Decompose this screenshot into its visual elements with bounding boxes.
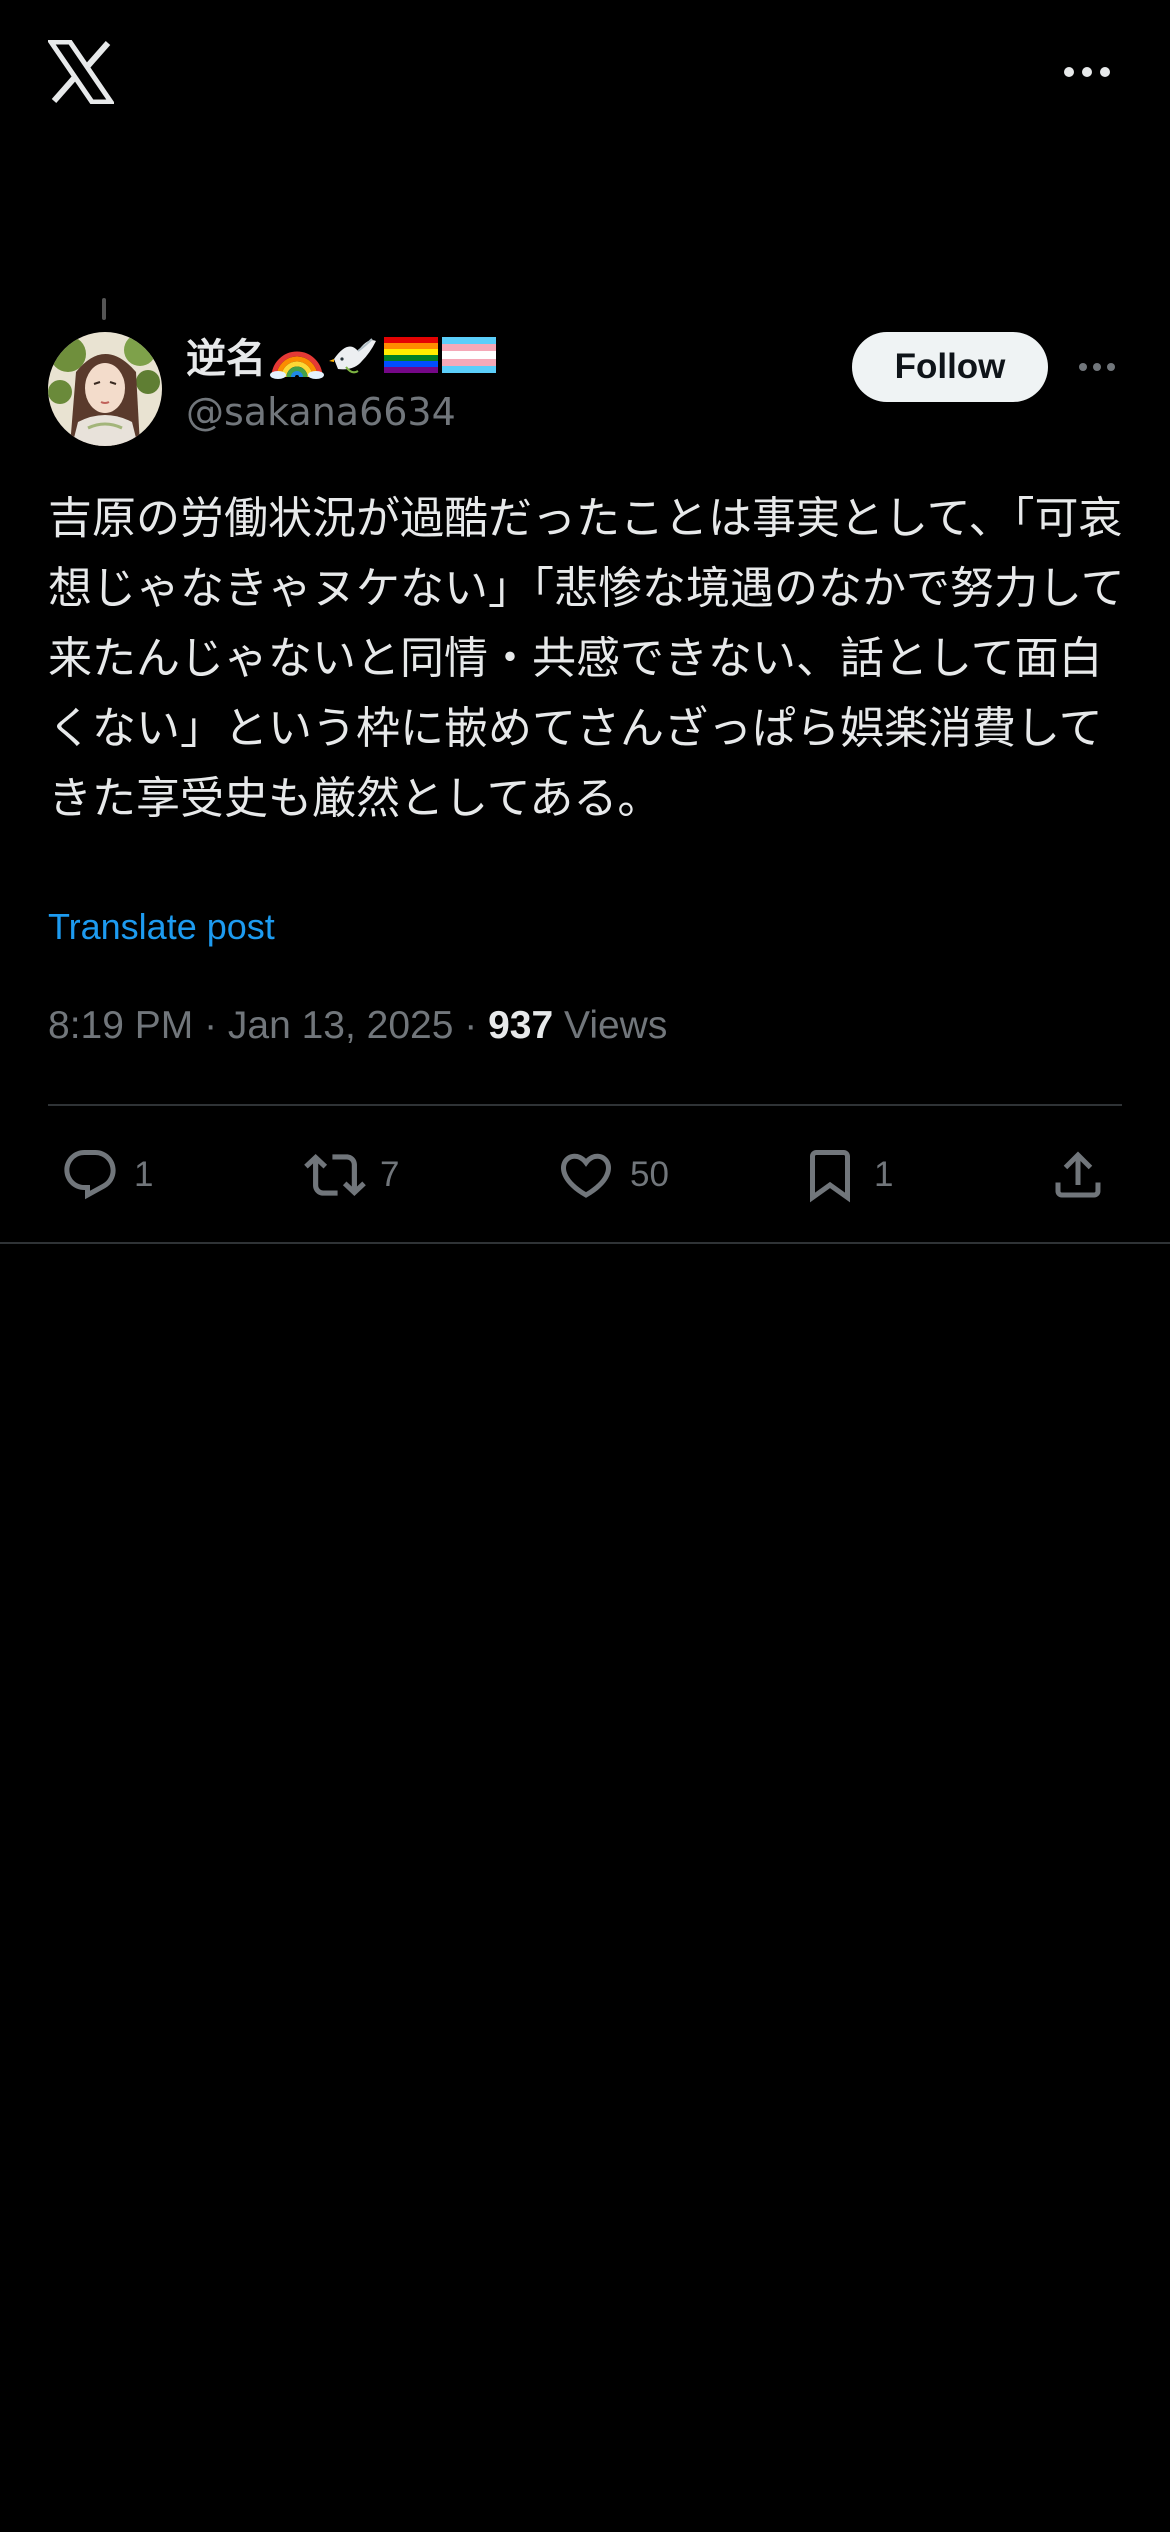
dove-emoji bbox=[329, 338, 376, 374]
views-label: Views bbox=[553, 1004, 668, 1047]
thread-connector-line bbox=[102, 298, 106, 320]
x-logo-icon[interactable] bbox=[48, 40, 114, 104]
name-emojis bbox=[270, 331, 496, 379]
bookmark-button[interactable]: 1 bbox=[800, 1142, 893, 1208]
follow-button[interactable]: Follow bbox=[852, 332, 1048, 402]
author-name-text: 逆名 bbox=[186, 336, 266, 382]
post-metadata: 8:19 PM · Jan 13, 2025 · 937 Views bbox=[48, 1004, 667, 1048]
divider bbox=[0, 1242, 1170, 1244]
reply-icon bbox=[64, 1150, 116, 1200]
avatar[interactable] bbox=[48, 332, 162, 446]
share-icon bbox=[1055, 1151, 1101, 1198]
rainbow-flag-emoji bbox=[384, 337, 438, 373]
heart-icon bbox=[560, 1153, 612, 1198]
repost-icon bbox=[304, 1154, 366, 1196]
author-display-name[interactable]: 逆名 bbox=[186, 330, 496, 382]
author-handle[interactable]: @sakana6634 bbox=[186, 390, 456, 434]
like-count: 50 bbox=[630, 1155, 669, 1194]
bookmark-icon bbox=[810, 1150, 850, 1203]
post-text: 吉原の労働状況が過酷だったことは事実として、「可哀想じゃなきゃヌケない」「悲惨な… bbox=[48, 493, 1125, 824]
post-timestamp[interactable]: 8:19 PM · Jan 13, 2025 · bbox=[48, 1004, 488, 1047]
views-count: 937 bbox=[488, 1004, 554, 1047]
divider bbox=[48, 1104, 1122, 1106]
share-button[interactable] bbox=[1048, 1142, 1108, 1208]
reply-button[interactable]: 1 bbox=[60, 1142, 153, 1208]
translate-post-link[interactable]: Translate post bbox=[48, 906, 275, 948]
transgender-flag-emoji bbox=[442, 337, 496, 373]
top-bar bbox=[0, 0, 1170, 150]
avatar-illustration bbox=[48, 332, 162, 446]
post-more-icon[interactable] bbox=[1077, 358, 1117, 376]
repost-button[interactable]: 7 bbox=[304, 1142, 399, 1208]
repost-count: 7 bbox=[380, 1155, 400, 1194]
like-button[interactable]: 50 bbox=[556, 1142, 669, 1208]
rainbow-emoji bbox=[270, 351, 324, 379]
bookmark-count: 1 bbox=[874, 1155, 894, 1194]
reply-count: 1 bbox=[134, 1155, 154, 1194]
more-horizontal-icon[interactable] bbox=[1062, 60, 1112, 84]
